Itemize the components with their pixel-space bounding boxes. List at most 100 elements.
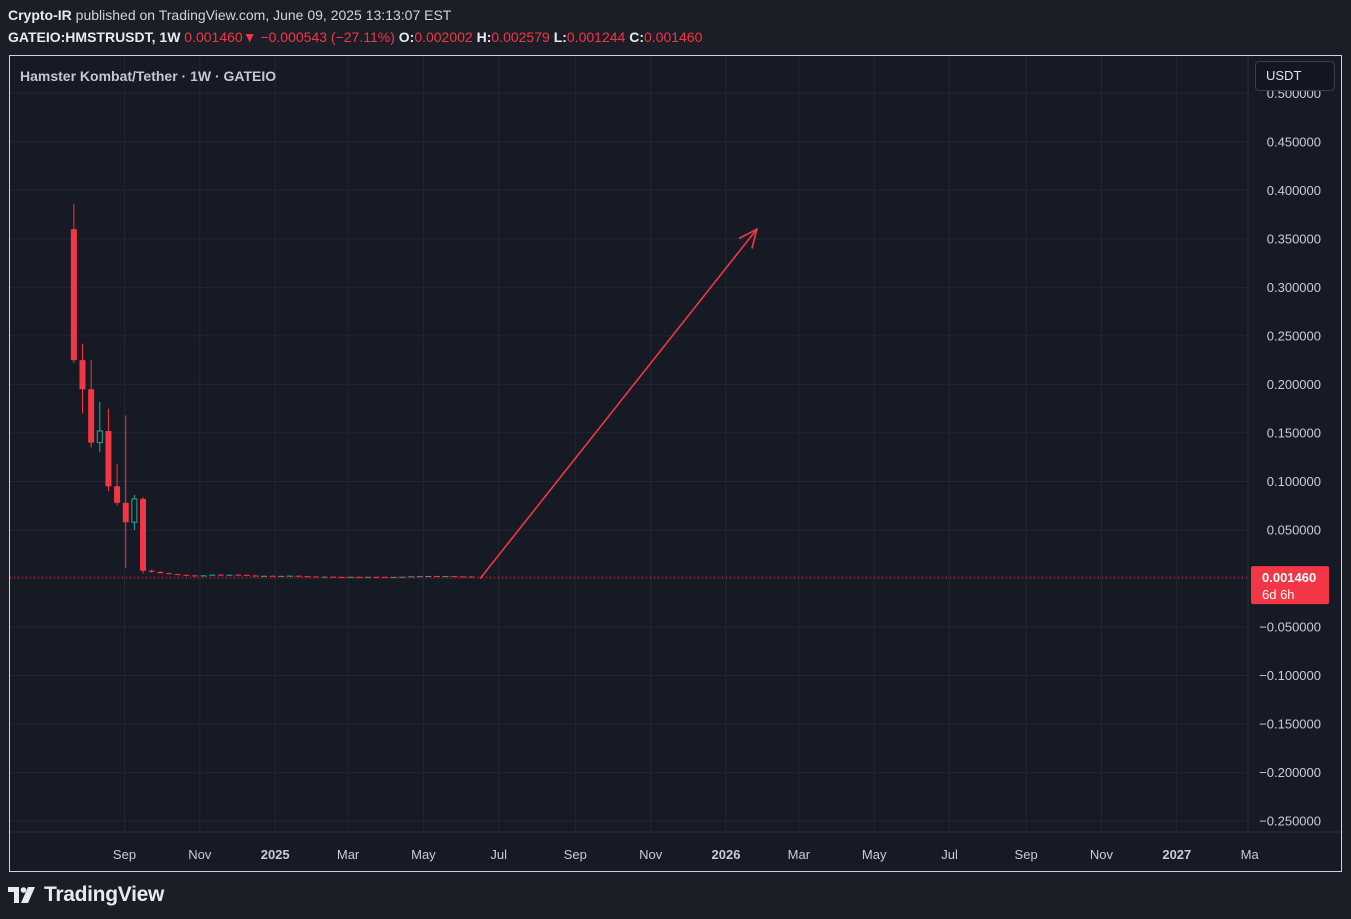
currency-button[interactable]: USDT bbox=[1255, 61, 1335, 91]
candle-down[interactable] bbox=[191, 575, 198, 577]
candle-body bbox=[382, 576, 389, 578]
x-tick-label: Sep bbox=[564, 847, 587, 862]
candle-body bbox=[304, 576, 311, 578]
chart-title: Hamster Kombat/Tether · 1W · GATEIO bbox=[20, 68, 277, 84]
y-tick-label: 0.400000 bbox=[1267, 183, 1321, 198]
candle-up[interactable] bbox=[96, 401, 103, 453]
candle-body bbox=[157, 571, 164, 574]
candle-body bbox=[114, 486, 121, 503]
candle-body bbox=[88, 389, 95, 443]
candle-body bbox=[295, 575, 302, 577]
candle-body bbox=[122, 502, 129, 523]
y-tick-label: −0.250000 bbox=[1259, 814, 1321, 829]
arrow-annotation[interactable] bbox=[479, 228, 758, 579]
candle-body bbox=[105, 430, 112, 487]
x-tick-label: Nov bbox=[1090, 847, 1114, 862]
y-tick-label: 0.300000 bbox=[1267, 280, 1321, 295]
candle-down[interactable] bbox=[382, 576, 389, 578]
candle-down[interactable] bbox=[468, 575, 475, 578]
x-tick-label: Sep bbox=[113, 847, 136, 862]
candle-down[interactable] bbox=[174, 573, 181, 576]
candle-body bbox=[278, 575, 285, 577]
candle-body bbox=[183, 574, 190, 576]
candle-down[interactable] bbox=[243, 574, 250, 576]
candle-up[interactable] bbox=[131, 495, 138, 530]
y-tick-label: 0.100000 bbox=[1267, 474, 1321, 489]
price-tag-value: 0.001460 bbox=[1262, 570, 1316, 585]
x-tick-label: Nov bbox=[188, 847, 212, 862]
brand-name: TradingView bbox=[44, 883, 165, 906]
y-tick-label: 0.350000 bbox=[1267, 231, 1321, 246]
candle-down[interactable] bbox=[295, 575, 302, 577]
candle-body bbox=[140, 498, 147, 571]
candle-up[interactable] bbox=[416, 575, 423, 578]
candle-down[interactable] bbox=[304, 575, 311, 578]
candle-body bbox=[408, 576, 415, 578]
candle-body bbox=[252, 575, 259, 577]
candle-down[interactable] bbox=[157, 571, 164, 574]
x-tick-label: 2026 bbox=[712, 847, 741, 862]
y-tick-label: −0.050000 bbox=[1259, 620, 1321, 635]
candle-body bbox=[356, 576, 363, 578]
x-tick-label: Jul bbox=[941, 847, 958, 862]
y-tick-label: 0.450000 bbox=[1267, 134, 1321, 149]
candle-down[interactable] bbox=[183, 574, 190, 576]
x-tick-label: Mar bbox=[337, 847, 360, 862]
candle-body bbox=[70, 229, 77, 361]
candle-down[interactable] bbox=[165, 572, 172, 575]
candle-body bbox=[287, 575, 294, 577]
tradingview-logo[interactable]: TradingView bbox=[8, 882, 164, 908]
candle-down[interactable] bbox=[252, 575, 259, 577]
candle-body bbox=[235, 574, 242, 576]
candle-down[interactable] bbox=[338, 576, 345, 578]
candle-down[interactable] bbox=[88, 360, 95, 448]
x-tick-label: May bbox=[862, 847, 887, 862]
candle-down[interactable] bbox=[140, 496, 147, 574]
candle-down[interactable] bbox=[235, 573, 242, 576]
candle-down[interactable] bbox=[217, 574, 224, 576]
tradingview-logo-icon bbox=[8, 887, 35, 903]
x-tick-label: 2027 bbox=[1162, 847, 1191, 862]
candle-up[interactable] bbox=[226, 574, 233, 576]
y-tick-label: −0.150000 bbox=[1259, 717, 1321, 732]
candle-body bbox=[217, 574, 224, 576]
candle-body bbox=[390, 576, 397, 578]
candle-body bbox=[79, 360, 86, 390]
x-tick-label: Mar bbox=[788, 847, 811, 862]
candle-down[interactable] bbox=[356, 576, 363, 578]
candle-down[interactable] bbox=[122, 415, 129, 568]
y-tick-label: −0.100000 bbox=[1259, 668, 1321, 683]
candle-down[interactable] bbox=[148, 569, 155, 573]
candle-body bbox=[243, 574, 250, 576]
candle-up[interactable] bbox=[364, 576, 371, 578]
candle-down[interactable] bbox=[114, 463, 121, 506]
candle-body bbox=[416, 576, 423, 578]
candle-body bbox=[338, 576, 345, 578]
candle-body bbox=[191, 575, 198, 577]
candle-up[interactable] bbox=[200, 575, 207, 577]
x-tick-label: May bbox=[411, 847, 436, 862]
candle-down[interactable] bbox=[70, 203, 77, 364]
candle-body bbox=[442, 576, 449, 578]
candle-body bbox=[200, 575, 207, 577]
candle-up[interactable] bbox=[287, 575, 294, 577]
candle-up[interactable] bbox=[442, 575, 449, 578]
candle-body bbox=[364, 576, 371, 578]
x-tick-label: Sep bbox=[1015, 847, 1038, 862]
y-tick-label: 0.200000 bbox=[1267, 377, 1321, 392]
candle-body bbox=[209, 574, 216, 576]
candle-body bbox=[165, 573, 172, 575]
x-tick-label: Jul bbox=[490, 847, 507, 862]
y-tick-label: 0.050000 bbox=[1267, 522, 1321, 537]
candle-body bbox=[468, 576, 475, 578]
chart-canvas[interactable]: 0.5000000.4500000.4000000.3500000.300000… bbox=[0, 0, 1351, 919]
candle-up[interactable] bbox=[390, 576, 397, 578]
candle-up[interactable] bbox=[278, 575, 285, 577]
candle-up[interactable] bbox=[209, 574, 216, 576]
candle-down[interactable] bbox=[79, 343, 86, 414]
candle-down[interactable] bbox=[330, 576, 337, 578]
x-tick-label: Ma bbox=[1241, 847, 1260, 862]
last-price-tag: 0.001460 6d 6h bbox=[1251, 566, 1329, 605]
candle-down[interactable] bbox=[105, 408, 112, 492]
candle-up[interactable] bbox=[408, 576, 415, 578]
